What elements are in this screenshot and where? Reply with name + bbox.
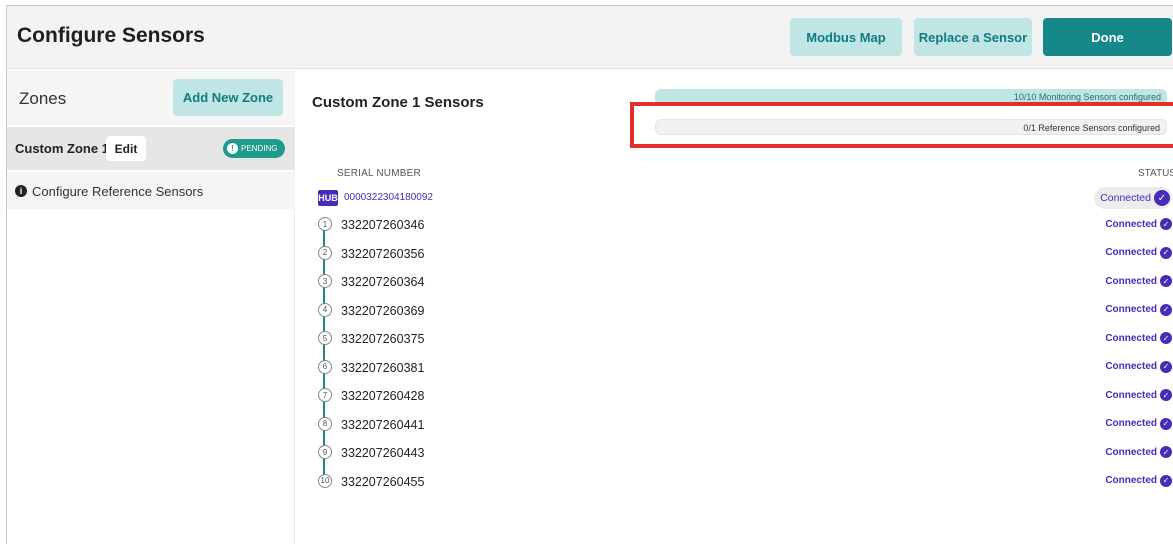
sensor-status-label: Connected [1105, 332, 1157, 344]
sensor-row[interactable]: 6 332207260381 Connected ✓ [317, 359, 1172, 382]
sensor-index-marker: 6 [318, 359, 332, 374]
sensor-status: Connected ✓ [1105, 417, 1172, 430]
sensor-serial-number: 332207260369 [341, 303, 425, 318]
sensor-status: Connected ✓ [1105, 303, 1172, 316]
sensor-index-marker: 10 [318, 473, 332, 488]
reference-sensors-label: Configure Reference Sensors [32, 184, 204, 199]
sensor-status: Connected ✓ [1105, 389, 1172, 401]
sensor-row[interactable]: 8 332207260441 Connected ✓ [317, 416, 1172, 439]
sensor-status: Connected ✓ [1105, 332, 1172, 344]
sensor-index-marker: 7 [318, 388, 332, 402]
sensor-row[interactable]: 1 332207260346 Connected ✓ [317, 217, 1172, 239]
check-icon: ✓ [1160, 360, 1172, 373]
zone-item-custom-zone-1[interactable]: Custom Zone 1 Edit ! PENDING [7, 127, 295, 170]
sensor-row[interactable]: 10 332207260455 Connected ✓ [317, 473, 1172, 496]
sensor-status-label: Connected [1105, 418, 1157, 429]
header-bar: Configure Sensors Modbus Map Replace a S… [7, 6, 1173, 69]
edit-zone-button[interactable]: Edit [106, 136, 146, 161]
check-icon: ✓ [1160, 303, 1172, 316]
check-icon: ✓ [1160, 417, 1172, 430]
sensor-row[interactable]: 9 332207260443 Connected ✓ [317, 445, 1172, 467]
zones-sidebar: Zones Add New Zone Custom Zone 1 Edit ! … [7, 70, 295, 544]
sensor-row[interactable]: 2 332207260356 Connected ✓ [317, 245, 1172, 268]
sensor-serial-number: 332207260441 [341, 417, 425, 432]
sensor-serial-number: 332207260356 [341, 246, 425, 261]
sensor-index-marker: 9 [318, 445, 332, 459]
pending-status-badge: ! PENDING [223, 139, 285, 158]
sensor-index-marker: 1 [318, 217, 332, 231]
modbus-map-button[interactable]: Modbus Map [790, 18, 902, 56]
alert-icon: ! [227, 143, 238, 154]
check-icon: ✓ [1160, 474, 1172, 487]
sensor-row[interactable]: 3 332207260364 Connected ✓ [317, 274, 1172, 296]
sensor-status: Connected ✓ [1105, 218, 1172, 230]
done-button[interactable]: Done [1043, 18, 1172, 56]
check-icon: ✓ [1160, 389, 1172, 401]
sensor-status: Connected ✓ [1105, 275, 1172, 287]
hub-row[interactable]: HUB 0000322304180092 Connected ✓ [317, 187, 1172, 209]
sensor-index-marker: 4 [318, 302, 332, 317]
sensor-index-marker: 2 [318, 245, 332, 260]
serial-number-column-header: SERIAL NUMBER [337, 168, 421, 179]
sensor-row[interactable]: 4 332207260369 Connected ✓ [317, 302, 1172, 325]
sensor-status-label: Connected [1105, 275, 1157, 287]
sensor-status: Connected ✓ [1105, 446, 1172, 458]
app-window: Configure Sensors Modbus Map Replace a S… [6, 5, 1173, 544]
add-new-zone-button[interactable]: Add New Zone [173, 79, 283, 116]
configure-reference-sensors-item[interactable]: i Configure Reference Sensors [7, 172, 295, 209]
sensor-status-label: Connected [1105, 475, 1157, 486]
sensor-index-marker: 3 [318, 274, 332, 288]
sensor-status: Connected ✓ [1105, 474, 1172, 487]
hub-status-label: Connected [1100, 192, 1151, 204]
sensor-serial-number: 332207260381 [341, 360, 425, 375]
status-column-header: STATUS [1138, 168, 1173, 179]
hub-serial-number: 0000322304180092 [344, 192, 433, 203]
sensor-serial-number: 332207260428 [341, 389, 425, 403]
page-title: Configure Sensors [17, 24, 205, 47]
highlight-annotation-box [630, 102, 1173, 148]
sensor-serial-number: 332207260364 [341, 275, 425, 289]
sensor-status-label: Connected [1105, 304, 1157, 315]
hub-tag: HUB [318, 190, 338, 206]
sensor-row[interactable]: 7 332207260428 Connected ✓ [317, 388, 1172, 410]
pending-badge-label: PENDING [241, 144, 278, 153]
sensor-index-marker: 8 [318, 416, 332, 431]
info-icon: i [15, 185, 27, 197]
check-icon: ✓ [1160, 275, 1172, 287]
replace-sensor-button[interactable]: Replace a Sensor [914, 18, 1032, 56]
sensor-row[interactable]: 5 332207260375 Connected ✓ [317, 331, 1172, 353]
sensor-status: Connected ✓ [1105, 246, 1172, 259]
sensor-serial-number: 332207260375 [341, 332, 425, 346]
hub-status-badge: Connected ✓ [1094, 187, 1172, 209]
sensor-serial-number: 332207260346 [341, 218, 425, 232]
check-icon: ✓ [1160, 446, 1172, 458]
zone-name: Custom Zone 1 [15, 141, 109, 156]
sensor-status-label: Connected [1105, 247, 1157, 258]
zone-sensors-title: Custom Zone 1 Sensors [312, 94, 484, 111]
zones-title: Zones [19, 89, 67, 108]
check-icon: ✓ [1160, 246, 1172, 259]
sensor-status: Connected ✓ [1105, 360, 1172, 373]
sensor-index-marker: 5 [318, 331, 332, 345]
sensor-serial-number: 332207260455 [341, 474, 425, 489]
sensor-status-label: Connected [1105, 361, 1157, 372]
zones-header: Zones Add New Zone [7, 70, 295, 125]
sensor-status-label: Connected [1105, 389, 1157, 401]
check-icon: ✓ [1154, 190, 1170, 206]
check-icon: ✓ [1160, 332, 1172, 344]
sensor-serial-number: 332207260443 [341, 446, 425, 460]
sensor-status-label: Connected [1105, 446, 1157, 458]
check-icon: ✓ [1160, 218, 1172, 230]
sensor-status-label: Connected [1105, 218, 1157, 230]
